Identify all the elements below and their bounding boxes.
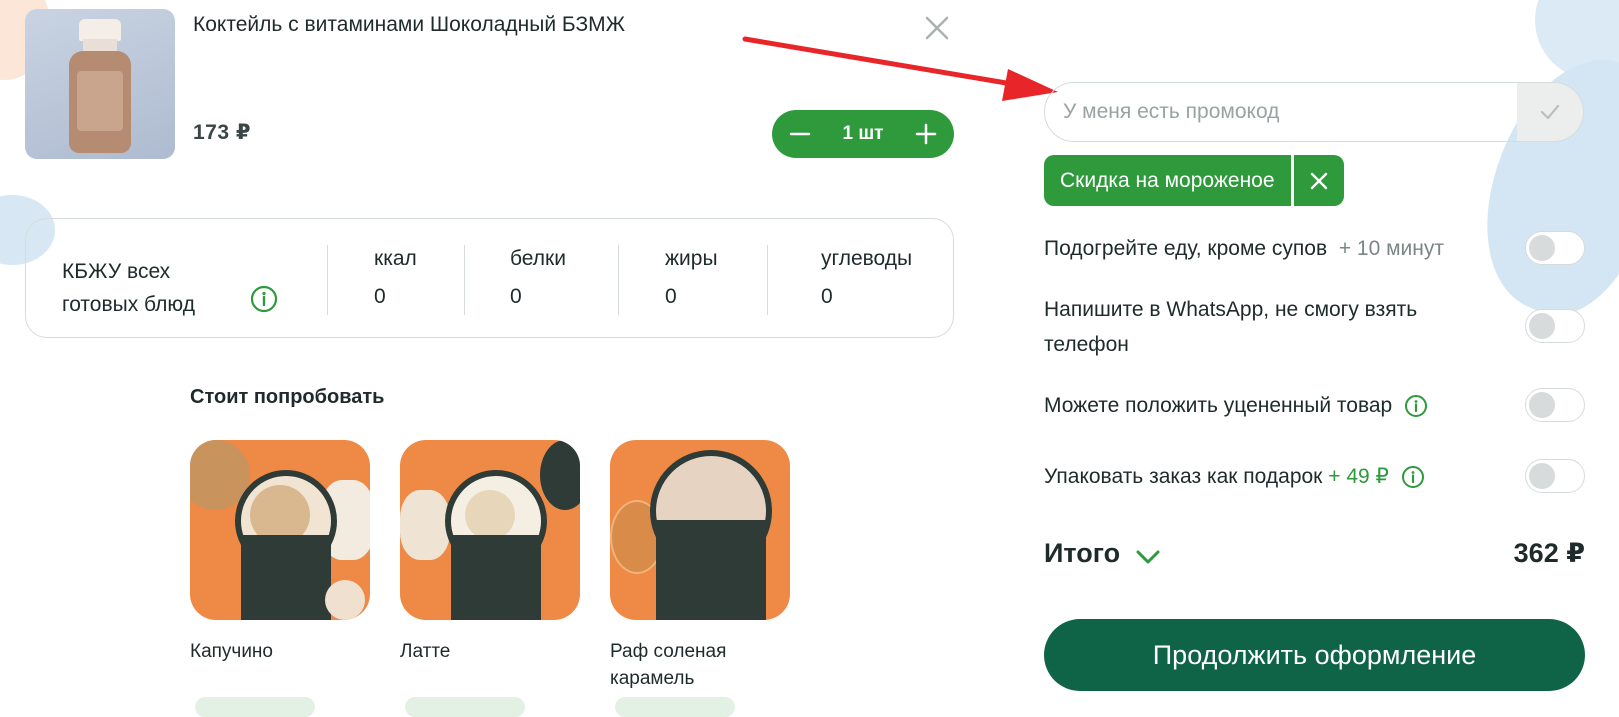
nutrition-carbs: углеводы 0: [821, 247, 912, 309]
minus-icon: [789, 132, 811, 136]
option-extra: + 49 ₽: [1328, 465, 1389, 488]
divider: [464, 245, 465, 315]
recommendation-card-image[interactable]: [190, 440, 370, 620]
option-discounted-goods: Можете положить уцененный товар: [1044, 388, 1428, 423]
recommendation-card-image[interactable]: [400, 440, 580, 620]
decrease-button[interactable]: [786, 120, 814, 148]
nutrition-value: 0: [374, 285, 386, 308]
check-icon: [1540, 104, 1560, 120]
quantity-value: 1 шт: [842, 123, 884, 144]
product-title[interactable]: Коктейль с витаминами Шоколадный БЗМЖ: [193, 13, 625, 37]
nutrition-label: жиры: [665, 247, 718, 270]
plus-icon: [915, 123, 937, 145]
nutrition-label: углеводы: [821, 247, 913, 270]
continue-checkout-button[interactable]: Продолжить оформление: [1044, 619, 1585, 691]
second-cup: [540, 440, 580, 510]
increase-button[interactable]: [912, 120, 940, 148]
cup-body: [656, 520, 766, 620]
option-gift-wrap: Упаковать заказ как подарок + 49 ₽: [1044, 459, 1425, 494]
nutrition-title: КБЖУ всех готовых блюд: [62, 260, 195, 316]
add-to-cart-button[interactable]: [195, 697, 315, 717]
nutrition-value: 0: [665, 285, 677, 308]
option-label: Подогрейте еду, кроме супов: [1044, 237, 1328, 260]
product-price: 173 ₽: [193, 121, 251, 144]
recommendation-card-image[interactable]: [610, 440, 790, 620]
toggle-knob: [1529, 313, 1555, 339]
divider: [327, 245, 328, 315]
add-to-cart-button[interactable]: [615, 697, 735, 717]
recommendations-title: Стоит попробовать: [190, 386, 385, 408]
divider: [767, 245, 768, 315]
toggle-whatsapp[interactable]: [1525, 309, 1585, 343]
recommendation-name[interactable]: Раф соленая карамель: [610, 638, 740, 692]
toggle-knob: [1529, 463, 1555, 489]
info-icon: [250, 285, 278, 313]
promo-code-input[interactable]: [1045, 83, 1515, 141]
product-image[interactable]: [25, 9, 175, 159]
toggle-gift-wrap[interactable]: [1525, 459, 1585, 493]
background-blob: [1447, 33, 1619, 337]
applied-coupon: Скидка на мороженое: [1044, 155, 1344, 206]
promo-apply-button[interactable]: [1517, 83, 1583, 141]
discounted-info-button[interactable]: [1404, 394, 1428, 418]
toggle-discounted-goods[interactable]: [1525, 388, 1585, 422]
toggle-knob: [1529, 392, 1555, 418]
cup-body: [241, 535, 331, 620]
annotation-arrow: [742, 36, 1058, 101]
pastry-shape: [400, 490, 450, 560]
nutrition-value: 0: [510, 285, 522, 308]
toggle-heat-food[interactable]: [1525, 231, 1585, 265]
coupon-label: Скидка на мороженое: [1044, 155, 1291, 206]
recommendation-name[interactable]: Латте: [400, 638, 580, 665]
nutrition-info-button[interactable]: [250, 285, 278, 313]
nutrition-label: ккал: [374, 247, 417, 270]
nutrition-kcal: ккал 0: [374, 247, 417, 309]
cup-body: [451, 535, 541, 620]
coffee-foam: [465, 490, 515, 540]
nutrition-fat: жиры 0: [665, 247, 718, 309]
quantity-stepper[interactable]: 1 шт: [772, 110, 954, 158]
option-label: Упаковать заказ как подарок: [1044, 465, 1323, 488]
nutrition-label: белки: [510, 247, 566, 270]
total-expand-button[interactable]: [1134, 545, 1162, 569]
total-label[interactable]: Итого: [1044, 538, 1120, 569]
add-to-cart-button[interactable]: [405, 697, 525, 717]
nutrition-value: 0: [821, 285, 833, 308]
nutrition-protein: белки 0: [510, 247, 566, 309]
option-label: Можете положить уцененный товар: [1044, 394, 1393, 417]
bottle-label: [77, 71, 123, 131]
recommendation-name[interactable]: Капучино: [190, 638, 370, 665]
option-heat-food: Подогрейте еду, кроме супов + 10 минут: [1044, 231, 1444, 266]
info-icon: [1401, 466, 1424, 489]
nutrition-card: КБЖУ всех готовых блюд ккал 0 белки 0 жи…: [25, 218, 954, 338]
total-value: 362 ₽: [1513, 538, 1585, 568]
toggle-knob: [1529, 235, 1555, 261]
divider: [618, 245, 619, 315]
gift-info-button[interactable]: [1401, 465, 1425, 489]
promo-code-field[interactable]: [1044, 82, 1584, 142]
close-icon: [1310, 172, 1327, 189]
option-extra: + 10 минут: [1338, 237, 1444, 260]
option-whatsapp: Напишите в WhatsApp, не смогу взять теле…: [1044, 292, 1464, 362]
remove-coupon-button[interactable]: [1293, 155, 1344, 206]
option-label: Напишите в WhatsApp, не смогу взять теле…: [1044, 298, 1418, 356]
bottle-cap: [79, 19, 121, 41]
info-icon: [1405, 395, 1428, 418]
chevron-down-icon: [1136, 550, 1160, 564]
macaron-shape: [325, 580, 365, 620]
